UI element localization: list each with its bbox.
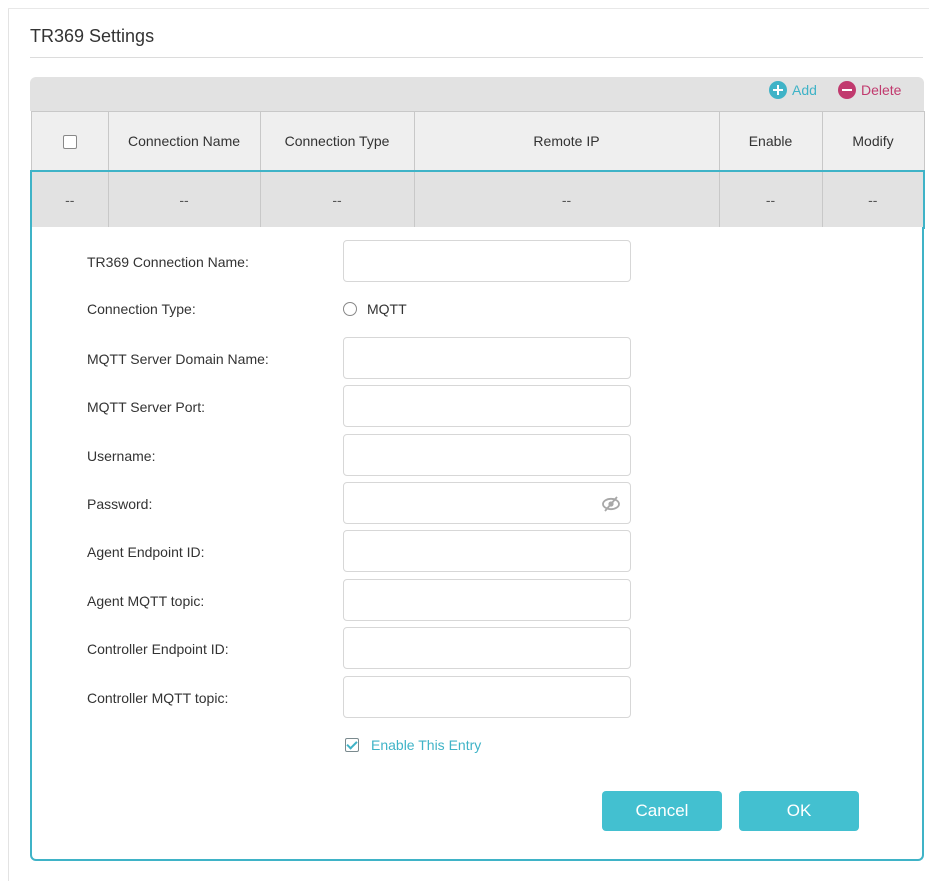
- connection-editor-panel: TR369 Connection Name: Connection Type: …: [30, 227, 924, 861]
- enable-entry-option[interactable]: Enable This Entry: [345, 734, 481, 756]
- controller-endpoint-label: Controller Endpoint ID:: [87, 641, 229, 657]
- enable-entry-checkbox[interactable]: [345, 738, 359, 752]
- controller-topic-field[interactable]: [343, 676, 631, 718]
- select-all-cell: [30, 111, 109, 172]
- column-header-enable: Enable: [718, 111, 823, 172]
- server-domain-label: MQTT Server Domain Name:: [87, 351, 269, 367]
- table-toolbar: Add Delete: [30, 77, 924, 111]
- server-port-label: MQTT Server Port:: [87, 399, 205, 415]
- table-cell: --: [259, 170, 415, 229]
- title-divider: [30, 57, 923, 58]
- agent-topic-row: Agent MQTT topic:: [32, 579, 922, 623]
- controller-topic-row: Controller MQTT topic:: [32, 676, 922, 720]
- cancel-button[interactable]: Cancel: [602, 791, 722, 831]
- table-header-row: Connection Name Connection Type Remote I…: [30, 111, 925, 172]
- password-field[interactable]: [343, 482, 631, 524]
- agent-topic-label: Agent MQTT topic:: [87, 593, 205, 609]
- controller-topic-label: Controller MQTT topic:: [87, 690, 229, 706]
- mqtt-radio-option[interactable]: MQTT: [343, 287, 407, 331]
- password-input[interactable]: [354, 484, 608, 524]
- agent-endpoint-field[interactable]: [343, 530, 631, 572]
- frame-top-border: [8, 8, 929, 9]
- plus-circle-icon: [769, 81, 787, 99]
- controller-endpoint-field[interactable]: [343, 627, 631, 669]
- server-domain-input[interactable]: [354, 339, 608, 379]
- mqtt-radio[interactable]: [343, 302, 357, 316]
- connection-name-label: TR369 Connection Name:: [87, 254, 249, 270]
- username-field[interactable]: [343, 434, 631, 476]
- table-row[interactable]: -- -- -- -- -- --: [30, 170, 925, 229]
- server-domain-field[interactable]: [343, 337, 631, 379]
- controller-endpoint-input[interactable]: [354, 629, 608, 669]
- frame-left-border: [8, 8, 9, 881]
- table-cell: --: [821, 170, 925, 229]
- add-label: Add: [792, 82, 817, 98]
- minus-circle-icon: [838, 81, 856, 99]
- agent-topic-input[interactable]: [354, 581, 608, 621]
- server-port-input[interactable]: [354, 387, 608, 427]
- table-cell: --: [413, 170, 720, 229]
- add-button[interactable]: Add: [769, 78, 817, 102]
- agent-endpoint-row: Agent Endpoint ID:: [32, 530, 922, 574]
- server-domain-row: MQTT Server Domain Name:: [32, 337, 922, 381]
- table-cell: --: [718, 170, 823, 229]
- page-title: TR369 Settings: [30, 26, 155, 46]
- agent-endpoint-label: Agent Endpoint ID:: [87, 544, 205, 560]
- agent-endpoint-input[interactable]: [354, 532, 608, 572]
- mqtt-radio-label: MQTT: [367, 301, 407, 317]
- connection-name-field[interactable]: [343, 240, 631, 282]
- delete-button[interactable]: Delete: [838, 78, 901, 102]
- agent-topic-field[interactable]: [343, 579, 631, 621]
- username-input[interactable]: [354, 436, 608, 476]
- connection-type-row: Connection Type: MQTT: [32, 287, 922, 331]
- column-header-connection-type: Connection Type: [259, 111, 415, 172]
- connection-name-row: TR369 Connection Name:: [32, 240, 922, 284]
- ok-button[interactable]: OK: [739, 791, 859, 831]
- server-port-field[interactable]: [343, 385, 631, 427]
- eye-slash-icon[interactable]: [601, 494, 621, 514]
- password-row: Password:: [32, 482, 922, 526]
- table-cell: --: [107, 170, 261, 229]
- table-cell: --: [30, 170, 109, 229]
- username-label: Username:: [87, 448, 156, 464]
- connection-table: Connection Name Connection Type Remote I…: [30, 111, 925, 229]
- column-header-modify: Modify: [821, 111, 925, 172]
- server-port-row: MQTT Server Port:: [32, 385, 922, 429]
- column-header-connection-name: Connection Name: [107, 111, 261, 172]
- connection-type-label: Connection Type:: [87, 301, 196, 317]
- password-label: Password:: [87, 496, 153, 512]
- column-header-remote-ip: Remote IP: [413, 111, 720, 172]
- username-row: Username:: [32, 434, 922, 478]
- controller-endpoint-row: Controller Endpoint ID:: [32, 627, 922, 671]
- enable-entry-label: Enable This Entry: [371, 737, 482, 753]
- delete-label: Delete: [861, 82, 902, 98]
- controller-topic-input[interactable]: [354, 678, 608, 718]
- select-all-checkbox[interactable]: [62, 135, 77, 150]
- connection-name-input[interactable]: [354, 242, 608, 282]
